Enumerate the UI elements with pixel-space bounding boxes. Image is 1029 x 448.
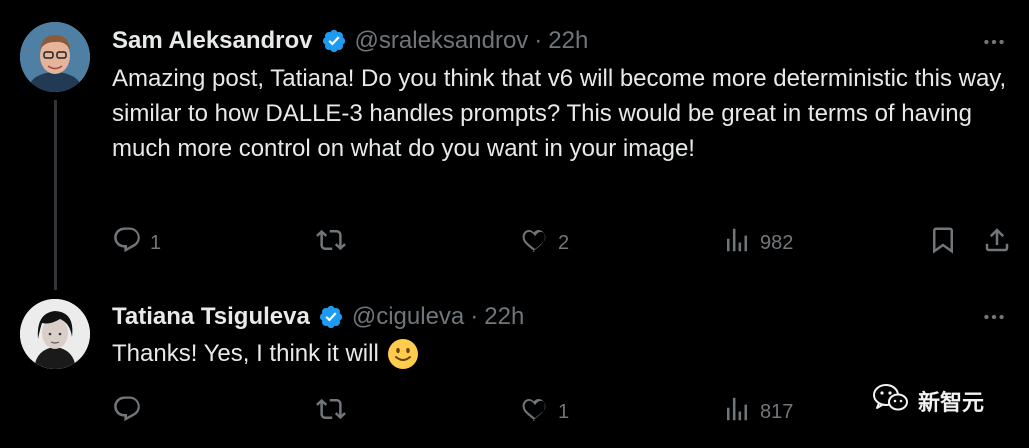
tweet-text-row: Thanks! Yes, I think it will (112, 336, 1012, 371)
smiling-face-emoji-icon (387, 338, 419, 370)
tweet-sam[interactable]: Sam Aleksandrov @sraleksandrov · 22h Ama… (0, 0, 1029, 290)
views-button[interactable]: 817 (722, 394, 793, 430)
bookmark-icon (928, 225, 958, 261)
avatar[interactable] (20, 22, 90, 92)
view-count: 982 (760, 231, 794, 254)
heart-icon (520, 225, 550, 261)
verified-badge-icon[interactable] (321, 28, 347, 54)
view-count: 817 (760, 400, 794, 423)
tweet-text: Amazing post, Tatiana! Do you think that… (112, 65, 1007, 162)
tweet-header: Tatiana Tsiguleva @ciguleva · 22h (112, 302, 524, 332)
views-button[interactable]: 982 (722, 225, 793, 261)
share-icon (982, 225, 1012, 261)
like-button[interactable]: 1 (520, 394, 569, 430)
reply-icon (112, 394, 142, 430)
tweet-tatiana[interactable]: Tatiana Tsiguleva @ciguleva · 22h Thanks… (0, 285, 1029, 448)
like-count: 1 (558, 400, 570, 423)
separator-dot: · (534, 27, 543, 54)
author-name[interactable]: Tatiana Tsiguleva (112, 302, 310, 332)
timestamp[interactable]: 22h (484, 302, 524, 332)
author-handle[interactable]: @ciguleva (352, 302, 464, 332)
watermark: 新智元 (872, 382, 984, 420)
views-chart-icon (722, 225, 752, 261)
retweet-icon (316, 394, 346, 430)
timestamp[interactable]: 22h (548, 26, 588, 56)
reply-icon (112, 225, 142, 261)
wechat-icon (872, 382, 918, 420)
verified-badge-icon[interactable] (318, 304, 344, 330)
views-chart-icon (722, 394, 752, 430)
separator-dot: · (470, 303, 479, 330)
author-handle[interactable]: @sraleksandrov (355, 26, 529, 56)
heart-icon (520, 394, 550, 430)
reply-button[interactable]: 1 (112, 225, 161, 261)
author-name[interactable]: Sam Aleksandrov (112, 26, 313, 56)
thread-line (54, 100, 57, 290)
like-button[interactable]: 2 (520, 225, 569, 261)
more-dots-icon[interactable] (979, 302, 1009, 332)
watermark-text: 新智元 (918, 390, 985, 415)
tweet-text: Thanks! Yes, I think it will (112, 340, 379, 367)
bookmark-button[interactable] (928, 225, 958, 261)
more-dots-icon[interactable] (979, 27, 1009, 57)
reply-button[interactable] (112, 394, 150, 430)
retweet-button[interactable] (316, 225, 354, 261)
share-button[interactable] (982, 225, 1012, 261)
avatar[interactable] (20, 299, 90, 369)
like-count: 2 (558, 231, 570, 254)
retweet-button[interactable] (316, 394, 354, 430)
retweet-icon (316, 225, 346, 261)
tweet-header: Sam Aleksandrov @sraleksandrov · 22h (112, 26, 588, 56)
reply-count: 1 (150, 231, 162, 254)
